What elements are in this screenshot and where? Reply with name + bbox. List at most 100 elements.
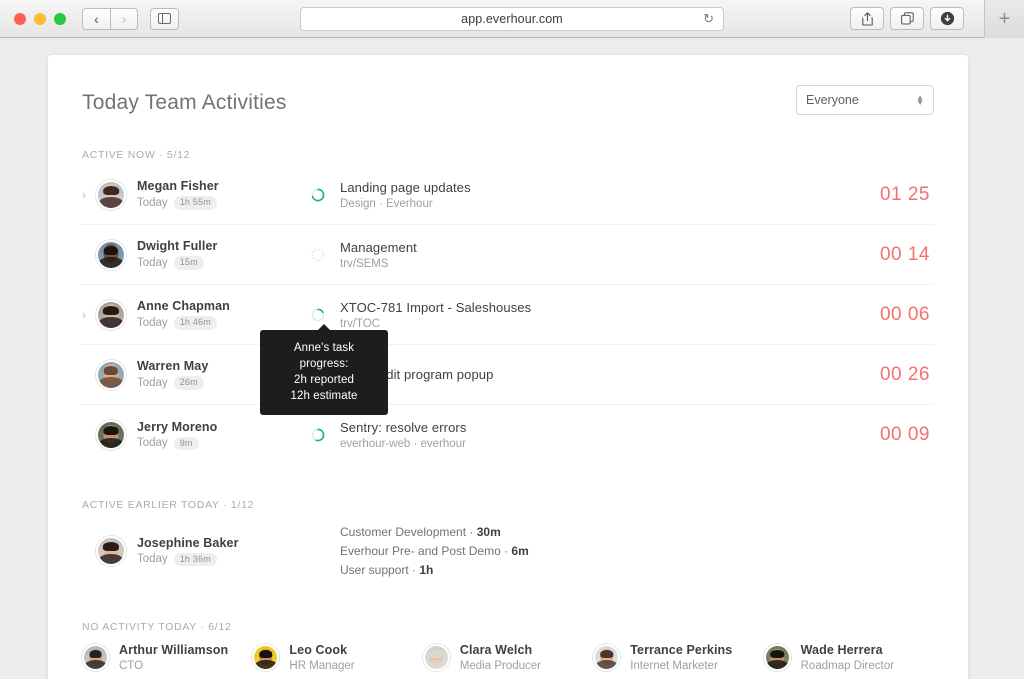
avatar-image [424, 646, 448, 669]
person-time: Today 1h 36m [137, 552, 297, 567]
person-role: HR Manager [289, 660, 355, 672]
activity-row[interactable]: Warren May Today 26m 2 Add/Edit program … [82, 345, 934, 405]
task-progress-tooltip: Anne's task progress: 2h reported 12h es… [260, 324, 388, 415]
person-card[interactable]: Arthur Williamson CTO [82, 643, 252, 672]
running-timer[interactable]: 00 09 [880, 424, 934, 446]
person-info: Wade Herrera Roadmap Director [801, 643, 894, 672]
url-text: app.everhour.com [461, 11, 563, 26]
active-now-list: › Megan Fisher Today 1h 55m Landing page… [82, 165, 934, 465]
show-tabs-button[interactable] [890, 7, 924, 30]
task-project: trv/SEMS [340, 257, 389, 270]
project-entries: Customer Development · 30m Everhour Pre- … [340, 523, 934, 580]
reload-icon[interactable]: ↻ [703, 11, 714, 27]
task-project: trv/TOC [340, 317, 381, 330]
person-card[interactable]: Clara Welch Media Producer [422, 643, 593, 672]
avatar-image [98, 538, 124, 564]
avatar-image [98, 422, 124, 448]
person-info: Anne Chapman Today 1h 46m [137, 299, 297, 330]
tooltip-line-2: 2h reported [294, 374, 354, 386]
person-name: Arthur Williamson [119, 643, 229, 657]
avatar [96, 179, 126, 210]
running-timer[interactable]: 00 06 [880, 304, 934, 326]
person-info: Josephine Baker Today 1h 36m [137, 536, 297, 567]
person-name: Josephine Baker [137, 535, 239, 550]
running-timer[interactable]: 01 25 [880, 184, 934, 206]
window-controls [14, 12, 66, 25]
person-time: Today 15m [137, 256, 297, 270]
logged-time-chip: 26m [173, 376, 204, 390]
person-card[interactable]: Terrance Perkins Internet Marketer [593, 643, 763, 672]
section-label-active-now: ACTIVE NOW · 5/12 [82, 149, 191, 161]
task-progress-ring [311, 248, 325, 261]
task-info[interactable]: Sentry: resolve errors everhour-web · ev… [340, 420, 880, 450]
tooltip-caret-icon [318, 324, 330, 330]
task-name: XTOC-781 Import - Saleshouses [340, 299, 532, 315]
back-button[interactable]: ‹ [82, 7, 110, 30]
task-name: Sentry: resolve errors [340, 420, 467, 435]
task-info[interactable]: Landing page updates Design · Everhour [340, 180, 880, 210]
share-button[interactable] [850, 7, 884, 30]
sidebar-toggle-icon[interactable] [150, 7, 179, 30]
select-arrows-icon: ▲ ▼ [916, 93, 924, 107]
person-info: Terrance Perkins Internet Marketer [630, 643, 732, 672]
person-name: Megan Fisher [137, 179, 219, 194]
page-title: Today Team Activities [82, 91, 287, 114]
logged-time-chip: 1h 36m [173, 552, 217, 567]
running-timer[interactable]: 00 26 [880, 364, 934, 386]
avatar-image [98, 301, 124, 328]
close-window-button[interactable] [14, 12, 26, 25]
logged-time-chip: 9m [173, 436, 199, 451]
person-time: Today 1h 55m [137, 196, 297, 210]
project-entry: User support · 1h [340, 562, 434, 577]
tabs-icon [900, 12, 914, 25]
avatar [96, 536, 126, 566]
team-filter-value: Everyone [806, 93, 859, 107]
avatar [593, 644, 621, 671]
person-role: Internet Marketer [630, 660, 718, 672]
task-info[interactable]: Management trv/SEMS [340, 240, 880, 270]
logged-time-chip: 1h 46m [173, 316, 217, 330]
person-card[interactable]: Leo Cook HR Manager [252, 643, 422, 672]
activity-row[interactable]: Dwight Fuller Today 15m Management trv/S… [82, 225, 934, 285]
avatar-image [254, 646, 278, 669]
project-entry: Everhour Pre- and Post Demo · 6m [340, 543, 529, 558]
running-timer[interactable]: 00 14 [880, 244, 934, 266]
forward-button[interactable]: › [110, 7, 138, 30]
avatar-image [765, 646, 789, 669]
person-name: Leo Cook [289, 643, 348, 657]
task-info[interactable]: XTOC-781 Import - Saleshouses trv/TOC [340, 300, 880, 330]
browser-toolbar: ‹ › app.everhour.com ↻ + [0, 0, 1024, 38]
expand-row-chevron-icon[interactable]: › [82, 308, 96, 322]
avatar [82, 644, 109, 671]
task-info[interactable]: 2 Add/Edit program popup [340, 367, 880, 382]
avatar [252, 644, 280, 671]
day-label: Today [137, 196, 168, 209]
person-role: CTO [119, 660, 144, 672]
downloads-button[interactable] [930, 7, 964, 30]
new-tab-button[interactable]: + [984, 0, 1024, 38]
maximize-window-button[interactable] [54, 12, 66, 25]
person-name: Anne Chapman [137, 299, 230, 314]
address-bar[interactable]: app.everhour.com ↻ [300, 6, 724, 31]
logged-time-chip: 1h 55m [173, 196, 217, 210]
activity-row[interactable]: Jerry Moreno Today 9m Sentry: resolve er… [82, 405, 934, 465]
expand-row-chevron-icon[interactable]: › [82, 188, 96, 202]
team-filter-select[interactable]: Everyone ▲ ▼ [796, 85, 934, 115]
minimize-window-button[interactable] [34, 12, 46, 25]
navigation-buttons: ‹ › [82, 7, 138, 30]
avatar [96, 239, 126, 270]
sidebar-icon [158, 13, 171, 24]
activity-row[interactable]: › Megan Fisher Today 1h 55m Landing page… [82, 165, 934, 225]
person-card[interactable]: Wade Herrera Roadmap Director [763, 643, 934, 672]
avatar-image [595, 646, 619, 669]
day-label: Today [137, 316, 168, 329]
person-time: Today 1h 46m [137, 316, 297, 330]
person-role: Roadmap Director [800, 660, 894, 672]
activity-row-earlier[interactable]: Josephine Baker Today 1h 36m Customer De… [82, 515, 934, 587]
activity-row[interactable]: › Anne Chapman Today 1h 46m XTOC-781 Imp… [82, 285, 934, 345]
avatar [763, 644, 791, 671]
day-label: Today [137, 553, 168, 566]
person-name: Dwight Fuller [137, 239, 218, 254]
logged-time-chip: 15m [173, 256, 204, 270]
section-label-active-earlier: ACTIVE EARLIER TODAY · 1/12 [82, 499, 255, 511]
